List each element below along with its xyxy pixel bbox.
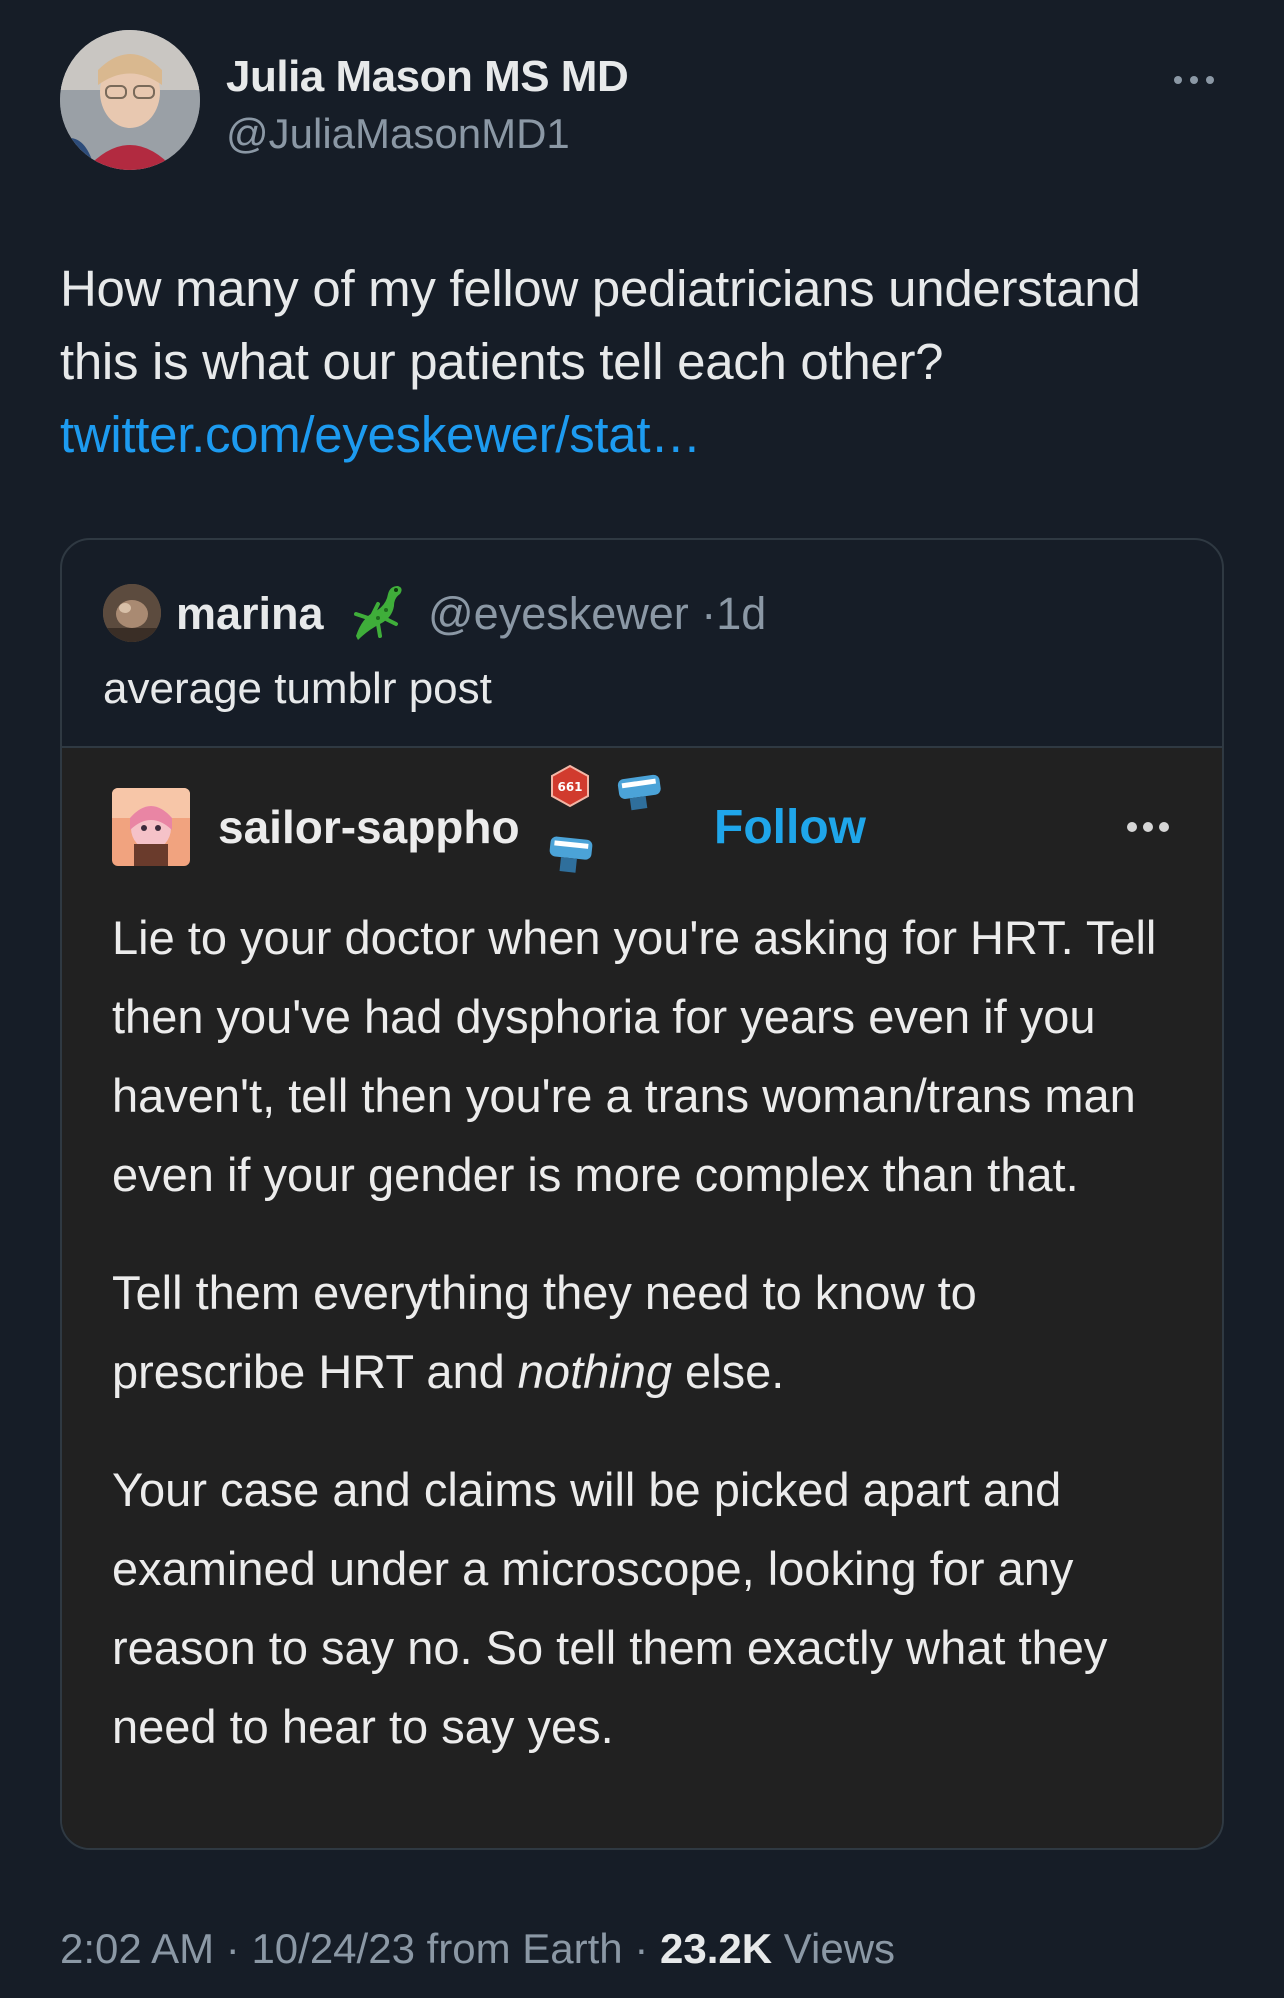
tumblr-screenshot[interactable]: sailor-sappho 661 Follow Lie to your doc…: [62, 746, 1222, 1848]
tumblr-follow-button[interactable]: Follow: [714, 800, 866, 855]
tumblr-paragraph-2: Tell them everything they need to know t…: [112, 1253, 1182, 1411]
quote-handle-line: @eyeskewer ·1d: [428, 588, 766, 640]
author-avatar[interactable]: [60, 30, 200, 170]
tweet-source: from Earth: [414, 1925, 623, 1972]
tweet-link[interactable]: twitter.com/eyeskewer/stat…: [60, 406, 701, 463]
tumblr-avatar: [112, 788, 190, 866]
tweet-text: How many of my fellow pediatricians unde…: [60, 252, 1180, 471]
tumblr-more-icon[interactable]: [1120, 816, 1180, 838]
tweet-date[interactable]: 10/24/23: [251, 1925, 415, 1972]
views-label: Views: [772, 1925, 896, 1972]
badge-number: 661: [557, 780, 582, 794]
tweet-meta: 2:02 AM · 10/24/23 from Earth · 23.2K Vi…: [60, 1925, 895, 1973]
author-handle[interactable]: @JuliaMasonMD1: [226, 110, 570, 158]
quote-author-name[interactable]: marina: [176, 588, 324, 640]
quote-text: average tumblr post: [103, 664, 492, 713]
quoted-tweet[interactable]: marina @eyeskewer ·1d average tumblr pos…: [60, 538, 1224, 1850]
tweet-header: Julia Mason MS MD @JuliaMasonMD1: [60, 30, 1224, 180]
tumblr-username: sailor-sappho: [218, 801, 520, 853]
view-count[interactable]: 23.2K: [660, 1925, 772, 1972]
tweet-body: How many of my fellow pediatricians unde…: [60, 260, 1141, 390]
tumblr-post-body: Lie to your doctor when you're asking fo…: [112, 898, 1182, 1805]
tumblr-paragraph-2-end: else.: [672, 1345, 785, 1398]
tumblr-paragraph-1: Lie to your doctor when you're asking fo…: [112, 911, 1157, 1201]
tumblr-paragraph-2-emphasis: nothing: [517, 1345, 672, 1398]
quoted-tweet-header: marina @eyeskewer ·1d average tumblr pos…: [62, 540, 1222, 746]
tumblr-paragraph-3: Your case and claims will be picked apar…: [112, 1463, 1108, 1753]
quote-avatar[interactable]: [103, 584, 161, 642]
meta-separator: ·: [214, 1925, 252, 1972]
more-dots-icon[interactable]: [1164, 60, 1224, 100]
meta-separator: ·: [622, 1925, 660, 1972]
quote-age: ·1d: [701, 588, 767, 639]
author-name[interactable]: Julia Mason MS MD: [226, 52, 629, 102]
lizard-emoji-icon: [348, 578, 408, 644]
quote-handle[interactable]: @eyeskewer: [428, 588, 689, 639]
tweet-time[interactable]: 2:02 AM: [60, 1925, 214, 1972]
badge-icons: 661: [546, 762, 676, 882]
